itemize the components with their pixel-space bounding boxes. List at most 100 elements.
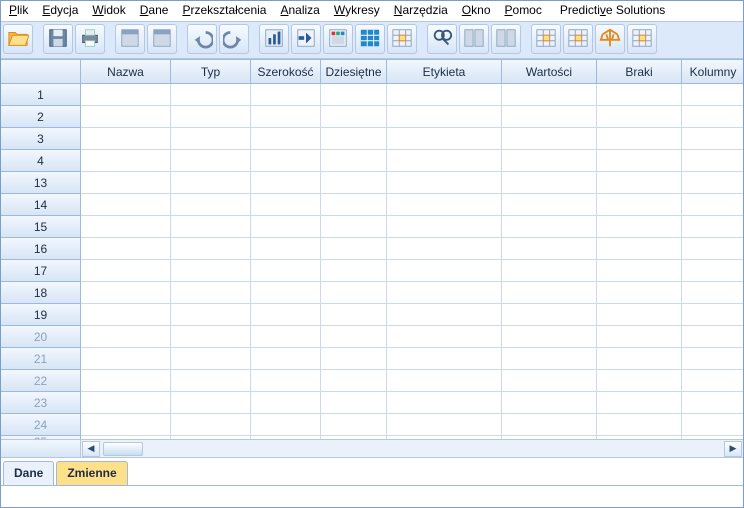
cell[interactable] [321,238,387,260]
cell[interactable] [597,260,682,282]
cell[interactable] [682,260,743,282]
cell[interactable] [251,304,321,326]
cell[interactable] [81,414,171,436]
cell[interactable] [321,260,387,282]
cell[interactable] [682,216,743,238]
scroll-thumb[interactable] [103,442,143,456]
table-select-button[interactable] [387,24,417,54]
cell[interactable] [387,216,502,238]
cell[interactable] [81,348,171,370]
cell[interactable] [171,172,251,194]
column-header-etykieta[interactable]: Etykieta [387,60,502,84]
cell[interactable] [682,392,743,414]
column-header-wartości[interactable]: Wartości [502,60,597,84]
cell[interactable] [387,238,502,260]
cell[interactable] [81,260,171,282]
cell[interactable] [502,194,597,216]
column-header-nazwa[interactable]: Nazwa [81,60,171,84]
cell[interactable] [597,436,682,439]
cell[interactable] [682,238,743,260]
cell[interactable] [251,172,321,194]
cell[interactable] [171,326,251,348]
row-header[interactable]: 16 [1,238,81,260]
cell[interactable] [81,436,171,439]
split2-button[interactable] [491,24,521,54]
cell[interactable] [321,84,387,106]
cell[interactable] [597,172,682,194]
redo-button[interactable] [219,24,249,54]
cell[interactable] [597,194,682,216]
cell[interactable] [502,414,597,436]
cell[interactable] [682,326,743,348]
use-sets-button[interactable] [627,24,657,54]
cell[interactable] [171,260,251,282]
row-header[interactable]: 19 [1,304,81,326]
cell[interactable] [81,216,171,238]
cell[interactable] [502,260,597,282]
cell[interactable] [251,414,321,436]
cell[interactable] [171,348,251,370]
cell[interactable] [321,304,387,326]
cell[interactable] [171,194,251,216]
menu-pomoc[interactable]: Pomoc [505,3,542,17]
row-header[interactable]: 14 [1,194,81,216]
cell[interactable] [387,282,502,304]
cell[interactable] [597,304,682,326]
cell[interactable] [502,84,597,106]
column-header-szerokość[interactable]: Szerokość [251,60,321,84]
cell[interactable] [597,84,682,106]
horizontal-scrollbar[interactable]: ◀ ▶ [1,439,743,457]
cell[interactable] [597,216,682,238]
cell[interactable] [682,436,743,439]
cell[interactable] [597,238,682,260]
cell[interactable] [81,238,171,260]
cell[interactable] [321,128,387,150]
cell[interactable] [81,194,171,216]
cell[interactable] [171,282,251,304]
menu-przekształcenia[interactable]: Przekształcenia [182,3,266,17]
cell[interactable] [251,194,321,216]
cell[interactable] [321,194,387,216]
cell[interactable] [387,348,502,370]
cell[interactable] [171,150,251,172]
cell[interactable] [682,194,743,216]
cell[interactable] [171,414,251,436]
cell[interactable] [502,436,597,439]
menu-edycja[interactable]: Edycja [42,3,78,17]
weight-cases-button[interactable] [531,24,561,54]
row-header[interactable]: 22 [1,370,81,392]
cell[interactable] [502,238,597,260]
cell[interactable] [387,414,502,436]
cell[interactable] [251,260,321,282]
cell[interactable] [387,260,502,282]
cell[interactable] [597,326,682,348]
row-header[interactable]: 21 [1,348,81,370]
cell[interactable] [321,326,387,348]
doc1-button[interactable] [115,24,145,54]
cell[interactable] [81,84,171,106]
cell[interactable] [387,128,502,150]
cell[interactable] [502,128,597,150]
menu-analiza[interactable]: Analiza [280,3,319,17]
cell[interactable] [387,84,502,106]
cell[interactable] [682,282,743,304]
cell[interactable] [321,348,387,370]
row-header[interactable]: 2 [1,106,81,128]
cell[interactable] [251,238,321,260]
cell[interactable] [502,172,597,194]
cell[interactable] [81,392,171,414]
cell[interactable] [81,106,171,128]
cell[interactable] [682,304,743,326]
cell[interactable] [251,216,321,238]
grid-body[interactable]: 123413141516171819202122232425 [1,84,743,439]
cell[interactable] [502,216,597,238]
menu-narzędzia[interactable]: Narzędzia [394,3,448,17]
row-header[interactable]: 15 [1,216,81,238]
cell[interactable] [321,392,387,414]
row-header[interactable]: 3 [1,128,81,150]
cell[interactable] [321,150,387,172]
cell[interactable] [251,436,321,439]
save-button[interactable] [43,24,73,54]
column-header-dziesiętne[interactable]: Dziesiętne [321,60,387,84]
cell[interactable] [171,216,251,238]
